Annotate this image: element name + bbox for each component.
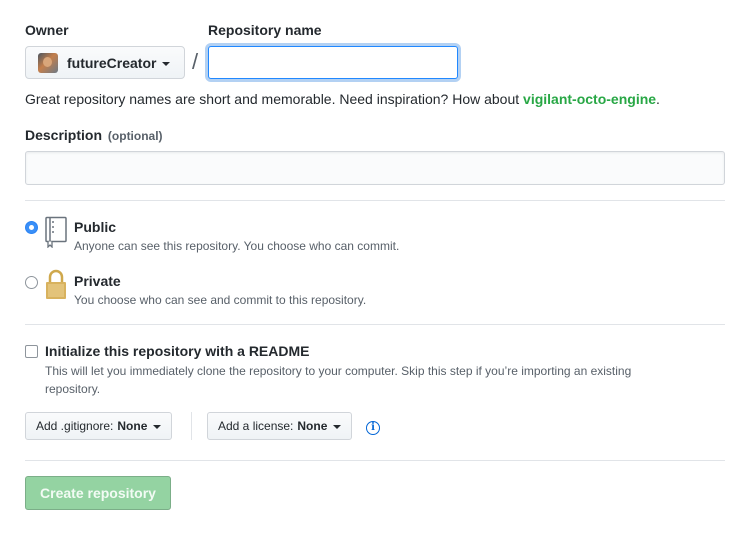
repo-name-label: Repository name (208, 22, 322, 38)
owner-repo-separator: / (192, 49, 199, 74)
divider (25, 460, 725, 461)
private-radio[interactable] (25, 276, 38, 289)
info-icon[interactable]: i (366, 421, 380, 435)
repo-book-icon (45, 216, 67, 248)
vertical-divider (191, 412, 192, 440)
avatar (38, 52, 58, 73)
description-label-text: Description (25, 127, 103, 143)
owner-name: futureCreator (67, 54, 157, 71)
chevron-down-icon (162, 61, 171, 66)
gitignore-label: Add .gitignore: (36, 419, 114, 433)
owner-select-button[interactable]: futureCreator (25, 46, 185, 79)
public-note: Anyone can see this repository. You choo… (74, 239, 400, 253)
gitignore-select-button[interactable]: Add .gitignore: None (25, 412, 173, 440)
private-title: Private (74, 273, 121, 289)
repo-name-input[interactable] (208, 46, 458, 79)
chevron-down-icon (153, 425, 162, 429)
gitignore-value: None (117, 419, 148, 433)
license-label: Add a license: (218, 419, 294, 433)
license-value: None (297, 419, 328, 433)
description-input[interactable] (25, 151, 725, 185)
lock-icon (46, 269, 66, 299)
divider (25, 200, 725, 201)
private-note: You choose who can see and commit to thi… (74, 293, 367, 307)
hint-text: Great repository names are short and mem… (25, 91, 520, 107)
divider (25, 324, 725, 325)
hint-end: . (656, 91, 660, 107)
readme-checkbox[interactable] (25, 345, 38, 358)
optional-tag: (optional) (107, 129, 163, 143)
name-suggestion-link[interactable]: vigilant-octo-engine (523, 91, 656, 107)
readme-label[interactable]: Initialize this repository with a README (45, 343, 309, 359)
owner-label: Owner (25, 22, 69, 38)
license-select-button[interactable]: Add a license: None (207, 412, 353, 440)
readme-note: This will let you immediately clone the … (45, 364, 632, 396)
description-label: Description (optional) (25, 127, 163, 143)
chevron-down-icon (333, 425, 342, 429)
public-title: Public (74, 219, 117, 235)
create-repository-button[interactable]: Create repository (25, 476, 171, 510)
repo-name-hint: Great repository names are short and mem… (25, 91, 660, 107)
public-radio[interactable] (25, 221, 38, 234)
